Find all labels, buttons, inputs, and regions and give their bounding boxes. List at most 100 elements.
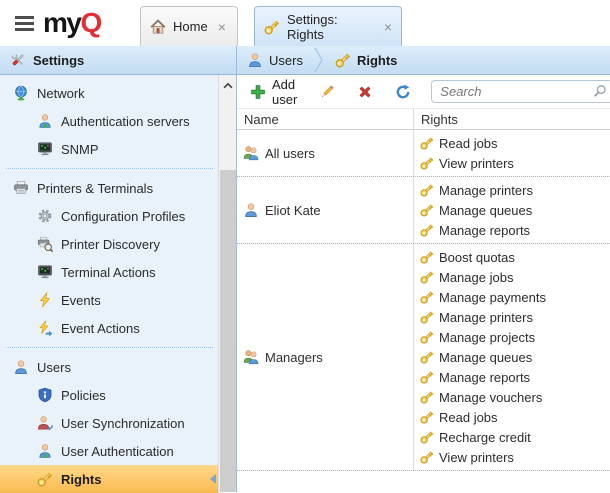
key-icon (37, 471, 53, 487)
key-icon (420, 290, 434, 304)
sidebar-header: Settings (0, 46, 236, 75)
logo-text-q: Q (80, 9, 100, 37)
rights-cell: Read jobs View printers (414, 130, 610, 176)
right-item: Manage printers (414, 307, 610, 327)
tab-settings-rights[interactable]: Settings: Rights × (254, 6, 402, 46)
user-icon (247, 52, 263, 68)
scrollbar-thumb[interactable] (220, 170, 236, 492)
name-cell: Eliot Kate (237, 177, 414, 243)
rights-table: All users Read jobs View printers Eliot … (237, 130, 610, 492)
search-box (431, 80, 610, 103)
sidebar-item-user-synchronization[interactable]: User Synchronization (0, 409, 219, 437)
sidebar-item-snmp[interactable]: SNMP (0, 135, 219, 163)
refresh-icon (395, 84, 411, 100)
sidebar-item-authentication-servers[interactable]: Authentication servers (0, 107, 219, 135)
column-header-rights[interactable]: Rights (414, 109, 610, 129)
main-area: Settings Network Authentication servers … (0, 46, 610, 492)
table-row-all-users[interactable]: All users Read jobs View printers (237, 130, 610, 177)
home-icon (150, 19, 166, 35)
group-icon (243, 349, 259, 365)
key-icon (420, 330, 434, 344)
sidebar-item-configuration-profiles[interactable]: Configuration Profiles (0, 202, 219, 230)
settings-tree: Network Authentication servers SNMP Prin… (0, 75, 236, 493)
right-item: Manage reports (414, 220, 610, 240)
right-item: Manage payments (414, 287, 610, 307)
tab-home-close-icon[interactable]: × (218, 20, 226, 34)
right-item: Boost quotas (414, 247, 610, 267)
key-icon (420, 183, 434, 197)
tools-icon (10, 52, 26, 68)
chevron-right-icon (314, 47, 324, 73)
delete-button[interactable] (353, 81, 377, 103)
pencil-icon (319, 84, 335, 100)
plus-icon (250, 84, 266, 100)
sidebar-scrollbar[interactable] (218, 75, 236, 492)
key-icon (420, 136, 434, 150)
key-icon (420, 370, 434, 384)
sidebar-item-printer-discovery[interactable]: Printer Discovery (0, 230, 219, 258)
user-icon (37, 113, 53, 129)
refresh-button[interactable] (391, 81, 415, 103)
add-user-button[interactable]: Add user (246, 74, 301, 110)
myq-logo: myQ (43, 9, 101, 37)
rights-panel: Users Rights Add user (237, 46, 610, 492)
sidebar-item-printers-terminals[interactable]: Printers & Terminals (0, 174, 219, 202)
key-icon (420, 156, 434, 170)
right-item: Manage projects (414, 327, 610, 347)
rights-cell: Manage printers Manage queues Manage rep… (414, 177, 610, 243)
edit-button[interactable] (315, 81, 339, 103)
shield-icon (37, 387, 53, 403)
printer-search-icon (37, 236, 53, 252)
toolbar: Add user (237, 75, 610, 108)
right-item: Manage printers (414, 180, 610, 200)
right-item: Read jobs (414, 133, 610, 153)
right-item: Manage vouchers (414, 387, 610, 407)
key-icon (420, 270, 434, 284)
key-icon (420, 310, 434, 324)
hamburger-icon[interactable] (13, 14, 36, 33)
section-separator (6, 168, 213, 169)
key-icon (420, 223, 434, 237)
monitor-icon (37, 141, 53, 157)
column-header-name[interactable]: Name (237, 109, 414, 129)
sidebar-item-rights[interactable]: Rights (0, 465, 219, 493)
key-icon (420, 430, 434, 444)
tab-settings-rights-close-icon[interactable]: × (384, 20, 392, 34)
breadcrumb: Users Rights (237, 46, 610, 75)
bolt-icon (37, 292, 53, 308)
right-item: View printers (414, 153, 610, 173)
magnifier-icon[interactable] (593, 84, 607, 98)
logo-text-my: my (43, 9, 80, 37)
sidebar-item-users[interactable]: Users (0, 353, 219, 381)
key-icon (264, 19, 280, 35)
tab-settings-rights-label: Settings: Rights (287, 12, 374, 42)
selected-item-arrow (210, 474, 216, 484)
key-icon (420, 203, 434, 217)
monitor-icon (37, 264, 53, 280)
key-icon (420, 450, 434, 464)
sidebar-item-network[interactable]: Network (0, 79, 219, 107)
user-icon (13, 359, 29, 375)
breadcrumb-users[interactable]: Users (247, 52, 303, 68)
key-icon (420, 390, 434, 404)
table-row-eliot-kate[interactable]: Eliot Kate Manage printers Manage queues… (237, 177, 610, 244)
sidebar-item-user-authentication[interactable]: User Authentication (0, 437, 219, 465)
tab-home[interactable]: Home × (140, 6, 238, 46)
key-icon (420, 410, 434, 424)
search-input[interactable] (431, 80, 610, 103)
user-icon (243, 202, 259, 218)
right-item: Manage jobs (414, 267, 610, 287)
key-icon (420, 350, 434, 364)
scrollbar-up-icon[interactable] (219, 75, 236, 97)
section-separator (6, 347, 213, 348)
sidebar-item-event-actions[interactable]: Event Actions (0, 314, 219, 342)
table-header: Name Rights (237, 108, 610, 130)
sidebar-item-terminal-actions[interactable]: Terminal Actions (0, 258, 219, 286)
table-row-managers[interactable]: Managers Boost quotas Manage jobs Manage… (237, 244, 610, 471)
breadcrumb-rights[interactable]: Rights (335, 52, 397, 68)
right-item: Manage queues (414, 347, 610, 367)
brand: myQ (13, 9, 101, 37)
name-cell: Managers (237, 244, 414, 470)
sidebar-item-events[interactable]: Events (0, 286, 219, 314)
sidebar-item-policies[interactable]: Policies (0, 381, 219, 409)
